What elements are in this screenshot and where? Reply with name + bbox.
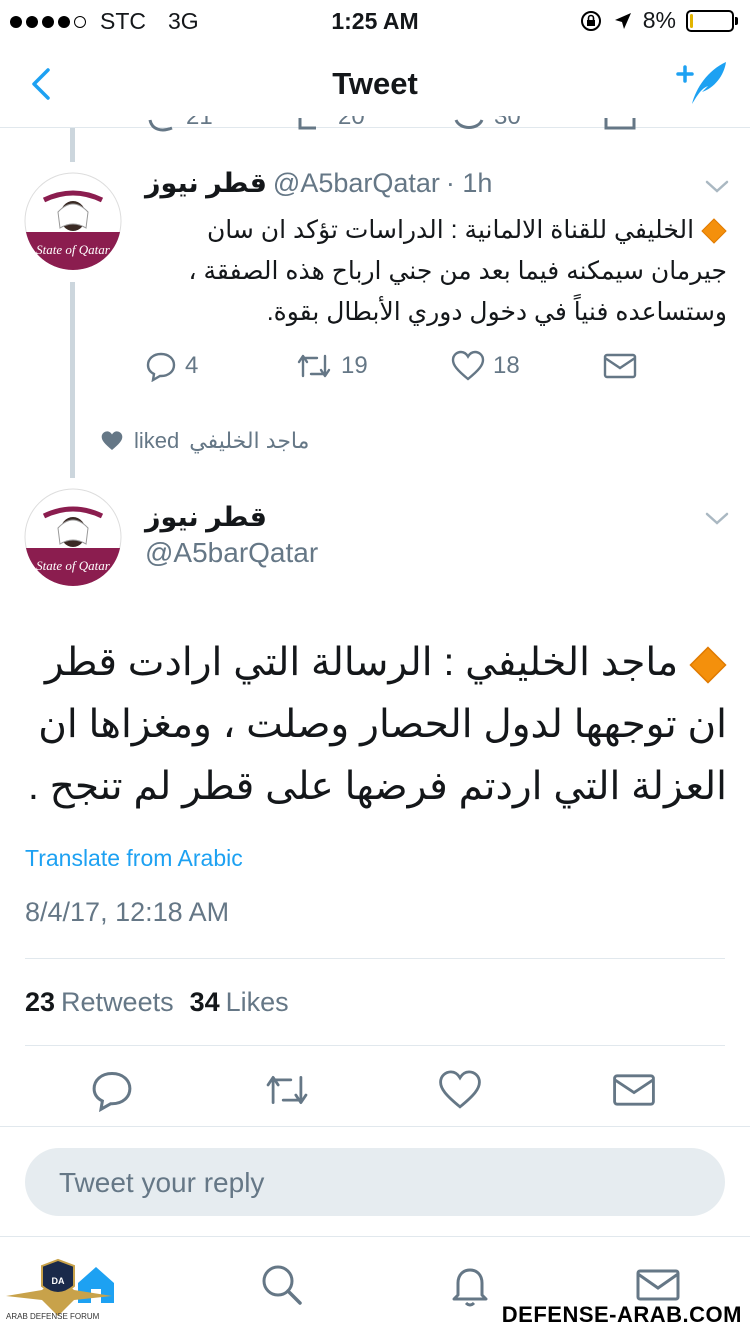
liked-label: liked <box>134 428 180 453</box>
tweet1-text: الخليفي للقناة الالمانية : الدراسات تؤكد… <box>188 216 727 326</box>
tweet2-text: ماجد الخليفي : الرسالة التي ارادت قطر ان… <box>28 641 727 808</box>
tweet1-actions: 4 19 18 <box>145 350 665 390</box>
heart-icon[interactable] <box>438 1068 482 1112</box>
tweet2-author-name[interactable]: قطر نيوز <box>145 502 267 533</box>
battery-icon <box>686 9 738 32</box>
page-title: Tweet <box>332 66 418 101</box>
tweet1-text-block: الخليفي للقناة الالمانية : الدراسات تؤكد… <box>145 210 727 333</box>
reply-icon <box>146 352 176 382</box>
location-icon <box>614 12 631 29</box>
thread-line-top <box>70 128 75 162</box>
svg-text:30: 30 <box>494 116 521 130</box>
svg-text:20: 20 <box>338 116 365 130</box>
reply-action[interactable]: 4 <box>145 350 198 382</box>
orange-diamond-icon <box>701 218 727 245</box>
likes-stat[interactable]: 34 Likes <box>190 987 289 1018</box>
reply-input[interactable]: Tweet your reply <box>25 1148 725 1216</box>
mail-icon <box>603 353 637 379</box>
svg-text:State of Qatar: State of Qatar <box>36 558 111 573</box>
like-count: 18 <box>493 352 520 379</box>
mail-icon[interactable] <box>612 1068 656 1112</box>
divider <box>25 958 725 959</box>
site-watermark: DEFENSE-ARAB.COM <box>501 1302 742 1327</box>
tweet1-author-name[interactable]: قطر نيوز <box>145 168 267 199</box>
tweet-timestamp: 8/4/17, 12:18 AM <box>25 897 230 927</box>
divider <box>25 1045 725 1046</box>
liked-by-row: liked ماجد الخليفي <box>100 428 309 454</box>
chevron-down-icon[interactable] <box>704 510 730 528</box>
status-right: 8% <box>579 7 738 34</box>
status-bar: STC 3G 1:25 AM 8% <box>0 0 750 40</box>
battery-percent: 8% <box>642 7 676 33</box>
retweet-action[interactable]: 19 <box>295 350 368 382</box>
reply-icon[interactable] <box>90 1068 134 1112</box>
nav-bar: Tweet <box>0 40 750 128</box>
retweet-count: 19 <box>341 352 368 379</box>
svg-text:State of Qatar: State of Qatar <box>36 242 111 257</box>
retweet-total: 23 <box>25 987 56 1017</box>
avatar[interactable]: State of Qatar <box>24 488 122 586</box>
forum-logo-watermark: DA <box>6 1258 112 1316</box>
thread-line-middle <box>70 282 75 478</box>
svg-text:21: 21 <box>186 116 213 130</box>
previous-tweet-actions-cropped: 21 20 30 <box>0 116 750 136</box>
retweets-label: Retweets <box>61 987 174 1017</box>
forum-logo-text: ARAB DEFENSE FORUM <box>6 1312 100 1321</box>
like-action[interactable]: 18 <box>451 350 520 382</box>
retweets-stat[interactable]: 23 Retweets <box>25 987 174 1018</box>
heart-icon <box>451 350 485 381</box>
reply-count: 4 <box>185 352 199 379</box>
liked-by-name[interactable]: ماجد الخليفي <box>189 428 309 454</box>
compose-tweet-icon[interactable] <box>674 58 730 110</box>
divider <box>0 1126 750 1127</box>
tweet1-author-handle[interactable]: @A5barQatar <box>273 168 440 199</box>
rotation-lock-icon <box>580 10 601 31</box>
engagement-counts: 23 Retweets 34 Likes <box>25 987 289 1018</box>
tweet1-time: · 1h <box>445 168 493 198</box>
likes-label: Likes <box>225 987 289 1017</box>
tweet2-text-block: ماجد الخليفي : الرسالة التي ارادت قطر ان… <box>25 632 727 818</box>
tweet2-author-handle[interactable]: @A5barQatar <box>145 537 318 569</box>
avatar[interactable]: State of Qatar <box>24 172 122 270</box>
retweet-icon[interactable] <box>263 1068 311 1112</box>
tweet2-actions <box>0 1068 750 1116</box>
tab-search-icon[interactable] <box>258 1261 306 1309</box>
svg-text:DA: DA <box>52 1276 65 1286</box>
heart-filled-icon <box>101 431 123 450</box>
retweet-icon <box>297 354 331 378</box>
translate-link[interactable]: Translate from Arabic <box>25 845 243 872</box>
like-total: 34 <box>189 987 220 1017</box>
tweet1-header: قطر نيوز @A5barQatar · 1h <box>145 168 492 199</box>
tab-notifications-icon[interactable] <box>446 1261 494 1309</box>
dm-action[interactable] <box>603 350 637 382</box>
orange-diamond-icon <box>689 646 727 684</box>
chevron-down-icon[interactable] <box>704 178 730 196</box>
